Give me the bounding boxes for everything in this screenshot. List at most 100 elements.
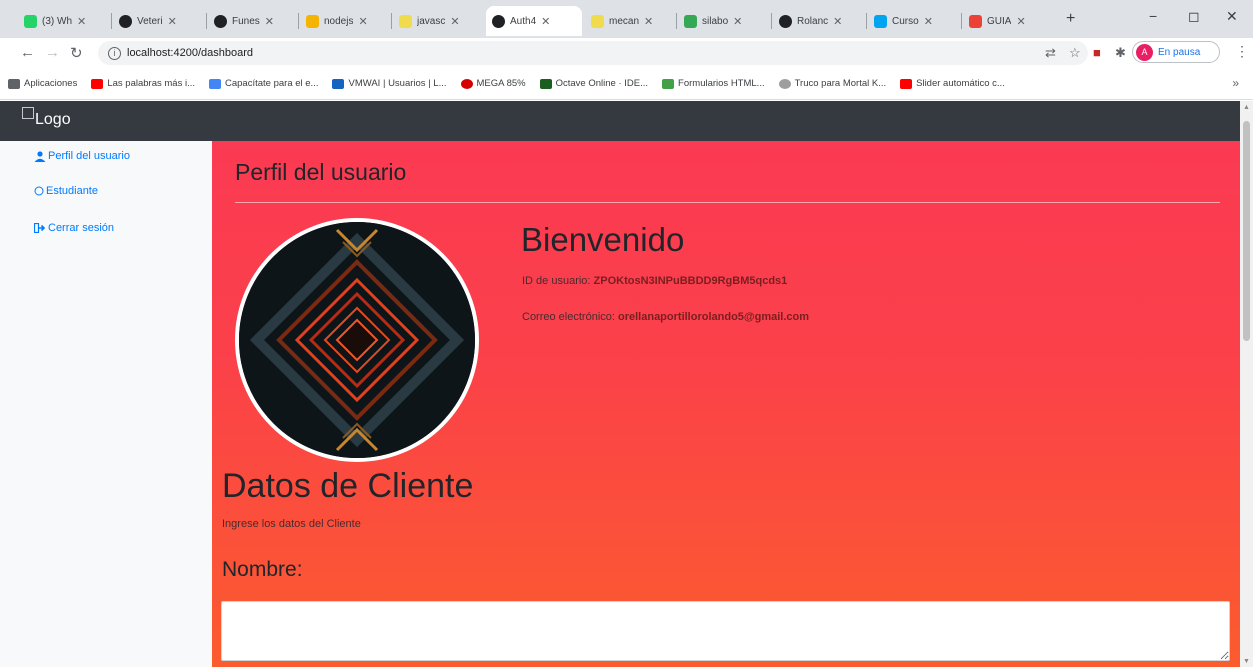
page-scrollbar[interactable]: ▲ ▼ — [1240, 101, 1253, 667]
circle-icon — [34, 186, 44, 196]
bookmark-label: Capacítate para el e... — [225, 78, 319, 89]
maximize-window-button[interactable]: ◻ — [1188, 8, 1200, 25]
tab-favicon-icon — [969, 14, 982, 28]
tab-close-icon[interactable]: ✕ — [358, 15, 367, 28]
bookmark-label: MEGA 85% — [476, 78, 526, 89]
user-id-value: ZPOKtosN3INPuBBDD9RgBM5qcds1 — [593, 275, 788, 287]
browser-tab[interactable]: Funes ✕ — [208, 6, 280, 36]
pdf-extension-icon[interactable]: ■ — [1093, 45, 1101, 60]
name-field-label: Nombre: — [222, 558, 303, 581]
minimize-window-button[interactable]: − — [1149, 8, 1157, 24]
tab-close-icon[interactable]: ✕ — [1016, 15, 1025, 28]
name-input[interactable] — [221, 601, 1230, 661]
tab-favicon-icon — [591, 14, 604, 28]
tab-close-icon[interactable]: ✕ — [541, 15, 550, 28]
sidebar-item-perfil[interactable]: Perfil del usuario — [34, 150, 130, 162]
tab-separator — [298, 13, 299, 29]
bookmark-label: Aplicaciones — [24, 78, 78, 89]
tab-close-icon[interactable]: ✕ — [450, 15, 459, 28]
tab-title: GUIA — [987, 15, 1012, 27]
tab-close-icon[interactable]: ✕ — [168, 15, 177, 28]
browser-tab[interactable]: Rolanc ✕ — [773, 6, 848, 36]
email-label: Correo electrónico: — [522, 311, 615, 323]
browser-tab[interactable]: nodejs ✕ — [300, 6, 374, 36]
browser-tab[interactable]: Veteri ✕ — [113, 6, 183, 36]
main-content: Perfil del usuario Bienvenido ID de usua… — [212, 141, 1240, 667]
reload-icon[interactable]: ↻ — [70, 44, 83, 62]
tab-title: Funes — [232, 15, 260, 27]
bookmark-item[interactable]: Truco para Mortal K... — [778, 78, 886, 89]
bookmark-item[interactable]: Las palabras más i... — [91, 78, 195, 89]
scrollbar-thumb[interactable] — [1243, 121, 1250, 341]
tab-title: Auth4 — [510, 15, 537, 27]
bookmark-item[interactable]: Slider automático c... — [900, 78, 1005, 89]
new-tab-button[interactable]: + — [1066, 10, 1075, 28]
bookmark-label: VMWAI | Usuarios | L... — [348, 78, 447, 89]
browser-tab[interactable]: Curso ✕ — [868, 6, 939, 36]
tab-separator — [206, 13, 207, 29]
bookmark-item[interactable]: Formularios HTML... — [662, 78, 765, 89]
translate-icon[interactable]: ⇄ — [1045, 45, 1056, 61]
youtube-icon — [91, 78, 104, 89]
profile-avatar-image — [235, 218, 479, 462]
sidebar-item-label: Estudiante — [46, 185, 98, 197]
tab-title: Veteri — [137, 15, 163, 27]
profile-avatar: A — [1136, 43, 1153, 61]
tab-favicon-icon — [24, 14, 37, 28]
page-title: Perfil del usuario — [235, 159, 407, 185]
browser-tab-strip: (3) Wh ✕ Veteri ✕ Funes ✕ nodejs ✕ javas… — [0, 0, 1253, 38]
extensions-puzzle-icon[interactable]: ✱ — [1115, 45, 1126, 61]
bookmark-item[interactable]: VMWAI | Usuarios | L... — [332, 78, 447, 89]
browser-tab[interactable]: silabo ✕ — [678, 6, 748, 36]
browser-tab[interactable]: javasc ✕ — [393, 6, 466, 36]
tab-title: Curso — [892, 15, 919, 27]
sidebar-item-label: Perfil del usuario — [48, 150, 130, 162]
tab-close-icon[interactable]: ✕ — [833, 15, 842, 28]
bookmark-item[interactable]: Capacítate para el e... — [209, 78, 318, 89]
client-data-heading: Datos de Cliente — [222, 467, 474, 505]
tab-favicon-icon — [119, 14, 132, 28]
bookmark-item[interactable]: Octave Online · IDE... — [539, 78, 649, 89]
bookmarks-overflow-button[interactable]: » — [1232, 76, 1239, 90]
navbar-brand[interactable]: Logo — [22, 107, 71, 129]
tab-close-icon[interactable]: ✕ — [924, 15, 933, 28]
browser-menu-icon[interactable]: ⋮ — [1235, 43, 1249, 60]
tab-close-icon[interactable]: ✕ — [77, 15, 86, 28]
tab-title: javasc — [417, 15, 446, 27]
close-window-button[interactable]: ✕ — [1226, 8, 1238, 25]
browser-toolbar: ← → ↻ i localhost:4200/dashboard ⇄ ☆ ■ ✱ — [0, 38, 1253, 68]
forward-arrow-icon[interactable]: → — [45, 44, 60, 61]
browser-tab[interactable]: (3) Wh ✕ — [18, 6, 92, 36]
bookmark-favicon-icon — [332, 78, 345, 89]
tab-close-icon[interactable]: ✕ — [644, 15, 653, 28]
bookmark-favicon-icon — [209, 78, 221, 89]
profile-button[interactable]: A En pausa — [1132, 41, 1220, 63]
mega-icon — [460, 78, 473, 89]
tab-favicon-icon — [779, 14, 792, 28]
bookmark-item[interactable]: MEGA 85% — [460, 78, 526, 89]
broken-image-icon — [22, 107, 34, 119]
bookmark-star-icon[interactable]: ☆ — [1069, 45, 1081, 61]
tab-favicon-icon — [492, 14, 505, 28]
tab-favicon-icon — [306, 14, 319, 28]
browser-tab[interactable]: GUIA ✕ — [963, 6, 1032, 36]
tab-close-icon[interactable]: ✕ — [265, 15, 274, 28]
user-icon — [34, 150, 46, 162]
scroll-up-arrow-icon[interactable]: ▲ — [1243, 104, 1250, 111]
tab-separator — [391, 13, 392, 29]
sidebar: Perfil del usuario Estudiante Cerrar ses… — [0, 141, 212, 667]
bookmark-label: Las palabras más i... — [107, 78, 195, 89]
tab-title: mecan — [609, 15, 640, 27]
tab-close-icon[interactable]: ✕ — [733, 15, 742, 28]
browser-tab-active[interactable]: Auth4 ✕ — [486, 6, 582, 36]
bookmark-item[interactable]: Aplicaciones — [8, 78, 77, 89]
sidebar-item-cerrar-sesion[interactable]: Cerrar sesión — [34, 222, 114, 234]
back-arrow-icon[interactable]: ← — [20, 44, 35, 61]
bookmark-label: Octave Online · IDE... — [555, 78, 649, 89]
address-bar[interactable]: i localhost:4200/dashboard — [98, 41, 1088, 65]
sidebar-item-estudiante[interactable]: Estudiante — [34, 185, 98, 197]
site-info-icon[interactable]: i — [108, 46, 121, 60]
tab-separator — [676, 13, 677, 29]
scroll-down-arrow-icon[interactable]: ▼ — [1243, 658, 1250, 665]
browser-tab[interactable]: mecan ✕ — [585, 6, 659, 36]
